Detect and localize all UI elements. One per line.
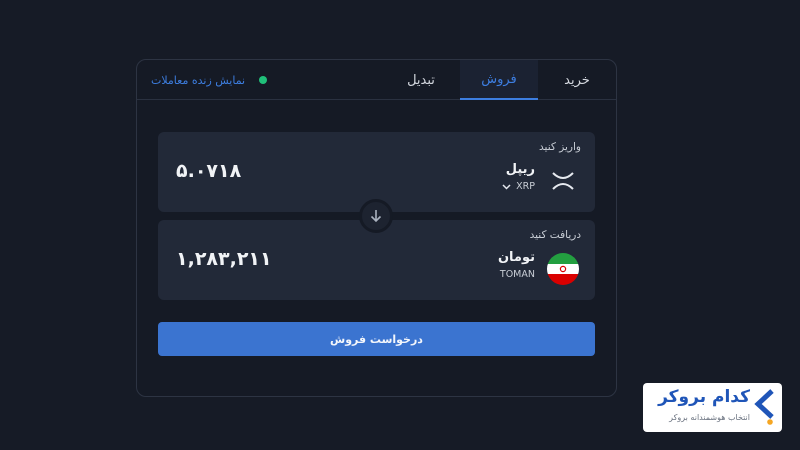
iran-flag-icon — [547, 253, 579, 285]
pay-asset-code: XRP — [516, 181, 535, 192]
live-status-dot-icon — [259, 76, 268, 84]
tab-convert[interactable]: تبدیل — [382, 60, 460, 100]
live-trades-link[interactable]: نمایش زنده معاملات — [151, 60, 268, 100]
receive-label: دریافت کنید — [529, 229, 581, 241]
pay-amount-input[interactable]: ۵.۰۷۱۸ — [176, 160, 241, 182]
brand-logo-icon — [754, 389, 774, 425]
arrow-down-icon — [370, 210, 382, 223]
swap-direction-button[interactable] — [359, 199, 393, 233]
tab-buy[interactable]: خرید — [538, 60, 616, 100]
tab-bar: خرید فروش تبدیل نمایش زنده معاملات — [137, 60, 616, 100]
trade-widget: خرید فروش تبدیل نمایش زنده معاملات واریز… — [136, 59, 617, 397]
receive-asset-name: تومان — [497, 250, 535, 265]
sell-request-button[interactable]: درخواست فروش — [158, 322, 595, 356]
live-trades-label: نمایش زنده معاملات — [151, 73, 246, 87]
pay-asset-name: ریپل — [505, 162, 535, 177]
pay-label: واریز کنید — [539, 141, 581, 153]
tab-sell[interactable]: فروش — [460, 60, 538, 100]
brand-watermark: کدام بروکر انتخاب هوشمندانه بروکر — [643, 383, 782, 432]
pay-asset-selector[interactable]: XRP — [502, 181, 535, 192]
receive-asset-code: TOMAN — [499, 269, 535, 280]
brand-tagline: انتخاب هوشمندانه بروکر — [669, 413, 750, 422]
xrp-icon — [547, 165, 579, 197]
brand-name: کدام بروکر — [658, 387, 750, 407]
receive-amount: ۱,۲۸۳,۲۱۱ — [176, 248, 272, 270]
chevron-down-icon — [502, 183, 511, 190]
